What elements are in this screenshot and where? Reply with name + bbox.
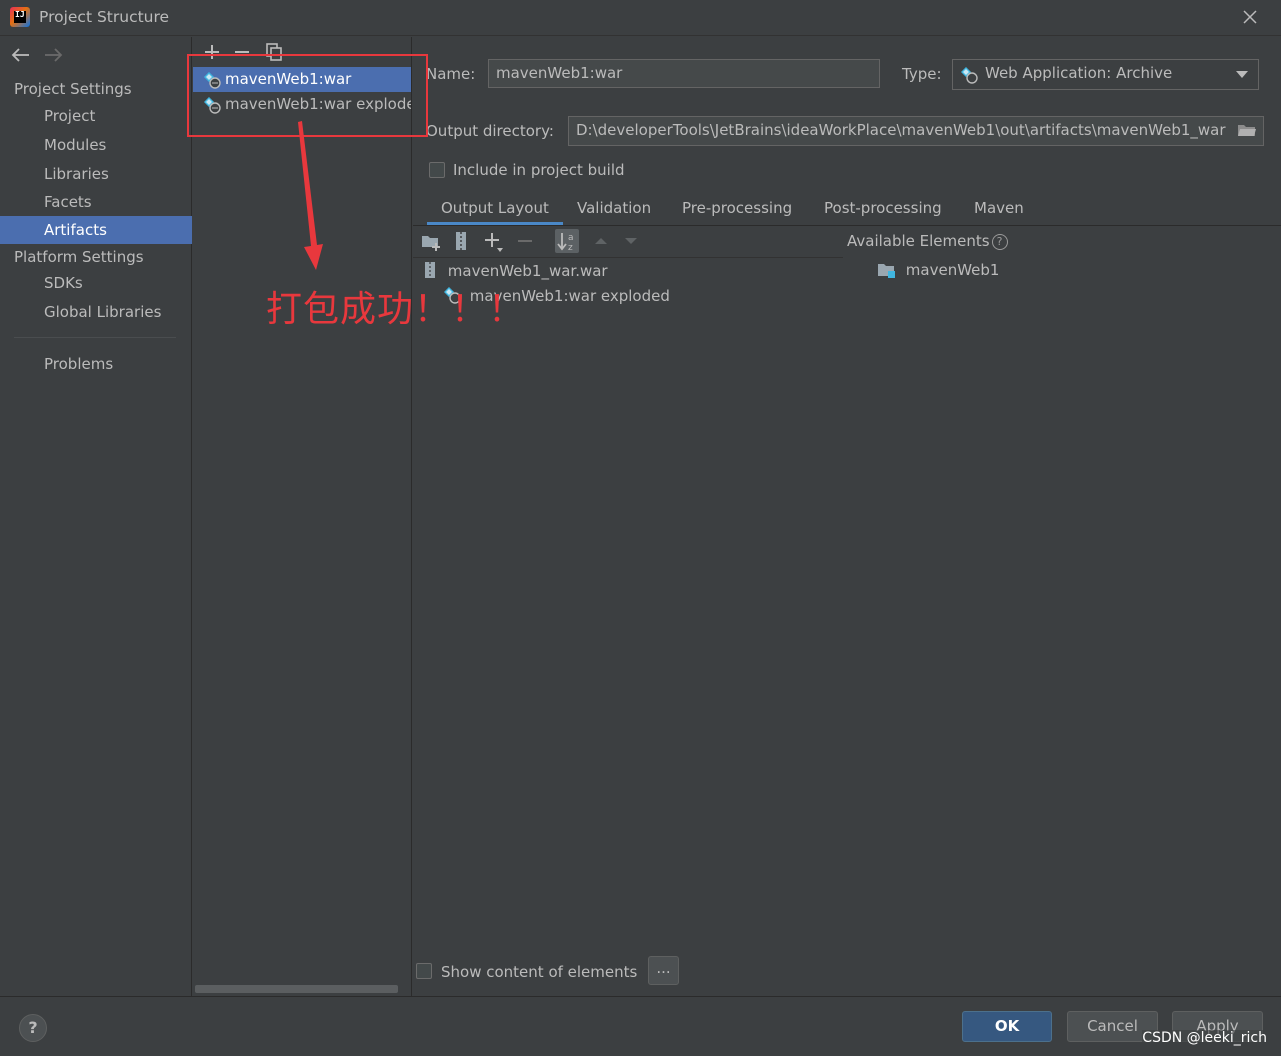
- nav-item-global-libraries[interactable]: Global Libraries: [0, 298, 192, 326]
- close-icon[interactable]: [1241, 8, 1259, 26]
- web-archive-icon: [961, 67, 978, 84]
- type-value: Web Application: Archive: [985, 64, 1173, 82]
- nav-item-project[interactable]: Project: [0, 102, 192, 130]
- nav-item-libraries[interactable]: Libraries: [0, 160, 192, 188]
- nav-item-facets[interactable]: Facets: [0, 188, 192, 216]
- svg-text:z: z: [568, 243, 573, 253]
- nav-item-sdks[interactable]: SDKs: [0, 269, 192, 297]
- remove-element-icon[interactable]: [513, 229, 537, 253]
- tree-row-label: mavenWeb1_war.war: [447, 262, 608, 280]
- chevron-down-icon: [1236, 71, 1248, 78]
- title-bar: IJ Project Structure: [0, 0, 1281, 36]
- tab-post-processing[interactable]: Post-processing: [824, 195, 942, 225]
- show-content-label: Show content of elements: [441, 963, 638, 981]
- add-element-icon[interactable]: [481, 229, 505, 253]
- tab-output-layout[interactable]: Output Layout: [427, 195, 563, 225]
- available-elements-header: Available Elements?: [847, 232, 1008, 250]
- tree-row-war-root[interactable]: mavenWeb1_war.war: [423, 261, 608, 280]
- dialog-footer: ? OK Cancel Apply CSDN @leeki_rich: [0, 996, 1281, 1056]
- new-directory-icon[interactable]: [419, 229, 443, 253]
- nav-item-problems[interactable]: Problems: [0, 350, 192, 378]
- include-in-build-label: Include in project build: [453, 161, 625, 179]
- output-directory-label: Output directory:: [426, 122, 554, 140]
- output-directory-value: D:\developerTools\JetBrains\ideaWorkPlac…: [576, 121, 1226, 139]
- name-label: Name:: [426, 65, 476, 83]
- archive-icon[interactable]: [449, 229, 473, 253]
- available-item-module[interactable]: mavenWeb1: [877, 261, 999, 279]
- artifact-editor: Name: mavenWeb1:war Type: Web Applicatio…: [413, 37, 1281, 996]
- show-content-checkbox[interactable]: [416, 963, 432, 979]
- help-icon[interactable]: ?: [991, 234, 1008, 250]
- nav-divider: [14, 337, 176, 338]
- type-label: Type:: [902, 65, 942, 83]
- help-button[interactable]: ?: [19, 1014, 47, 1042]
- intellij-icon: IJ: [10, 7, 30, 27]
- watermark: CSDN @leeki_rich: [1142, 1030, 1267, 1046]
- window-title: Project Structure: [39, 8, 170, 26]
- move-up-icon[interactable]: [589, 229, 613, 253]
- name-input[interactable]: mavenWeb1:war: [488, 59, 880, 88]
- nav-item-artifacts[interactable]: Artifacts: [0, 216, 192, 244]
- tab-divider: [413, 225, 1281, 226]
- back-arrow-icon[interactable]: [10, 45, 32, 65]
- tab-validation[interactable]: Validation: [577, 195, 651, 225]
- annotation-text: 打包成功！！！: [266, 289, 526, 330]
- more-options-button[interactable]: ...: [648, 956, 679, 985]
- svg-text:a: a: [568, 233, 574, 243]
- project-settings-header: Project Settings: [14, 80, 132, 98]
- tab-pre-processing[interactable]: Pre-processing: [682, 195, 792, 225]
- forward-arrow-icon[interactable]: [42, 45, 64, 65]
- folder-open-icon[interactable]: [1237, 122, 1257, 138]
- move-down-icon[interactable]: [619, 229, 643, 253]
- available-elements-title: Available Elements: [847, 232, 990, 250]
- settings-nav: Project Settings Project Modules Librari…: [0, 37, 192, 996]
- module-folder-icon: [878, 264, 895, 278]
- output-directory-input[interactable]: D:\developerTools\JetBrains\ideaWorkPlac…: [568, 116, 1264, 146]
- sort-alpha-icon[interactable]: a z: [555, 229, 579, 253]
- annotation-arrow-icon: [298, 121, 323, 270]
- nav-item-modules[interactable]: Modules: [0, 131, 192, 159]
- type-select[interactable]: Web Application: Archive: [952, 59, 1259, 90]
- tab-maven[interactable]: Maven: [974, 195, 1024, 225]
- archive-icon: [425, 262, 435, 278]
- layout-toolbar-divider: [413, 257, 843, 258]
- available-item-label: mavenWeb1: [905, 261, 1000, 279]
- include-in-build-checkbox[interactable]: [429, 162, 445, 178]
- ok-button[interactable]: OK: [962, 1011, 1052, 1042]
- horizontal-scrollbar[interactable]: [195, 985, 398, 993]
- platform-settings-header: Platform Settings: [14, 248, 144, 266]
